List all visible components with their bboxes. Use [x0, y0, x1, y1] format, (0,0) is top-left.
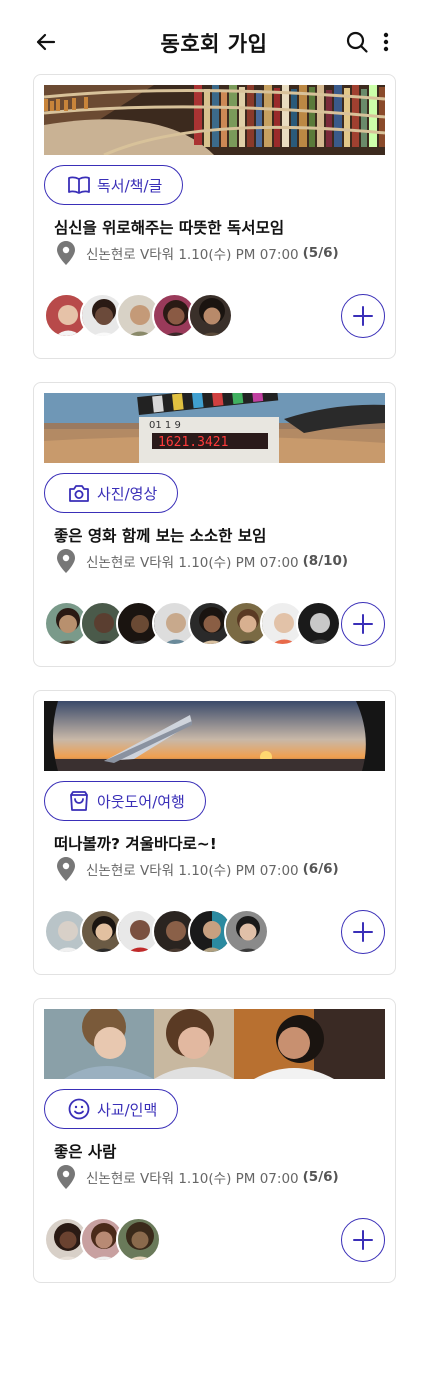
location-pin-icon: [54, 1163, 78, 1191]
club-image-clapperboard: 1621.3421 01 1 9: [44, 393, 385, 463]
shopping-bag-icon: [67, 789, 91, 813]
category-chip[interactable]: 사교/인맥: [44, 1089, 179, 1129]
join-button[interactable]: [341, 1218, 385, 1262]
svg-text:1621.3421: 1621.3421: [158, 435, 228, 450]
location-text: 신논현로 V타워 1.10(수) PM 07:00: [86, 247, 299, 263]
capacity-count: (5/6): [302, 245, 339, 261]
avatar: [224, 909, 269, 954]
club-image-library: [44, 85, 385, 155]
capacity-count: (6/6): [302, 861, 339, 877]
club-title: 좋은 사람: [54, 1143, 117, 1161]
club-title: 심신을 위로해주는 따뜻한 독서모임: [54, 219, 285, 237]
capacity-count: (5/6): [302, 1169, 339, 1185]
avatar: [116, 1217, 161, 1262]
capacity-count: (8/10): [302, 553, 349, 569]
location-pin-icon: [54, 855, 78, 883]
club-card[interactable]: 사교/인맥 좋은 사람 신논현로 V타워 1.10(수) PM 07:00 (5…: [33, 998, 396, 1283]
book-icon: [67, 173, 91, 197]
category-label: 사교/인맥: [97, 1100, 158, 1119]
location-text: 신논현로 V타워 1.10(수) PM 07:00: [86, 863, 299, 879]
club-image-people: [44, 1009, 385, 1079]
club-title: 좋은 영화 함께 보는 소소한 보임: [54, 527, 267, 545]
club-card[interactable]: 아웃도어/여행 떠나볼까? 겨울바다로~! 신논현로 V타워 1.10(수) P…: [33, 690, 396, 975]
category-chip[interactable]: 아웃도어/여행: [44, 781, 206, 821]
smile-icon: [67, 1097, 91, 1121]
svg-text:01 1 9: 01 1 9: [149, 420, 181, 431]
club-location: 신논현로 V타워 1.10(수) PM 07:00 (5/6): [54, 239, 339, 267]
join-button[interactable]: [341, 602, 385, 646]
camera-icon: [67, 481, 91, 505]
category-label: 사진/영상: [97, 484, 158, 503]
location-pin-icon: [54, 239, 78, 267]
category-label: 독서/책/글: [97, 176, 163, 195]
plus-icon: [353, 922, 373, 942]
category-chip[interactable]: 사진/영상: [44, 473, 179, 513]
category-label: 아웃도어/여행: [97, 792, 185, 811]
plus-icon: [353, 1230, 373, 1250]
avatar: [188, 293, 233, 338]
club-location: 신논현로 V타워 1.10(수) PM 07:00 (8/10): [54, 547, 348, 575]
club-card[interactable]: 독서/책/글 심신을 위로해주는 따뜻한 독서모임 신논현로 V타워 1.10(…: [33, 74, 396, 359]
location-text: 신논현로 V타워 1.10(수) PM 07:00: [86, 1171, 299, 1187]
club-title: 떠나볼까? 겨울바다로~!: [54, 835, 217, 853]
search-icon[interactable]: [345, 30, 369, 54]
avatar: [296, 601, 341, 646]
club-location: 신논현로 V타워 1.10(수) PM 07:00 (6/6): [54, 855, 339, 883]
join-button[interactable]: [341, 294, 385, 338]
club-location: 신논현로 V타워 1.10(수) PM 07:00 (5/6): [54, 1163, 339, 1191]
join-button[interactable]: [341, 910, 385, 954]
plus-icon: [353, 306, 373, 326]
location-pin-icon: [54, 547, 78, 575]
club-card[interactable]: 1621.3421 01 1 9 사진/영상 좋은 영화 함께 보는 소소한 보…: [33, 382, 396, 667]
club-image-airplane-wing: [44, 701, 385, 771]
more-vertical-icon[interactable]: [376, 30, 396, 54]
category-chip[interactable]: 독서/책/글: [44, 165, 184, 205]
app-header: 동호회 가입: [0, 0, 428, 84]
plus-icon: [353, 614, 373, 634]
location-text: 신논현로 V타워 1.10(수) PM 07:00: [86, 555, 299, 571]
